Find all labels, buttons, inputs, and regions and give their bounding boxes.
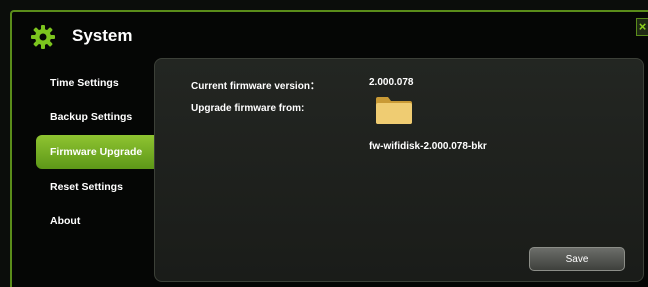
window-title: System xyxy=(72,26,133,45)
sidebar-item-time-settings[interactable]: Time Settings xyxy=(36,66,156,100)
current-firmware-label: Current firmware version： xyxy=(191,81,320,92)
sidebar-item-firmware-upgrade[interactable]: Firmware Upgrade xyxy=(36,135,167,169)
current-firmware-value: 2.000.078 xyxy=(369,77,414,88)
sidebar-item-about[interactable]: About xyxy=(36,204,156,238)
sidebar-item-backup-settings[interactable]: Backup Settings xyxy=(36,100,156,134)
upgrade-firmware-label: Upgrade firmware from: xyxy=(191,103,305,114)
sidebar: Time Settings Backup Settings Firmware U… xyxy=(36,66,167,238)
close-icon[interactable]: × xyxy=(636,18,648,36)
sidebar-item-label: Firmware Upgrade xyxy=(50,146,143,158)
title-bar: System × xyxy=(12,12,648,60)
gear-icon xyxy=(31,25,55,49)
firmware-panel: Current firmware version： 2.000.078 Upgr… xyxy=(154,58,644,282)
save-button[interactable]: Save xyxy=(529,247,625,271)
sidebar-item-label: About xyxy=(50,215,81,227)
sidebar-item-label: Backup Settings xyxy=(50,111,133,123)
folder-icon[interactable] xyxy=(375,95,413,125)
sidebar-item-label: Reset Settings xyxy=(50,181,123,193)
firmware-file-name: fw-wifidisk-2.000.078-bkr xyxy=(369,141,487,152)
sidebar-item-label: Time Settings xyxy=(50,77,119,89)
sidebar-item-reset-settings[interactable]: Reset Settings xyxy=(36,170,156,204)
system-window: System × Time Settings Backup Settings F… xyxy=(10,10,648,287)
